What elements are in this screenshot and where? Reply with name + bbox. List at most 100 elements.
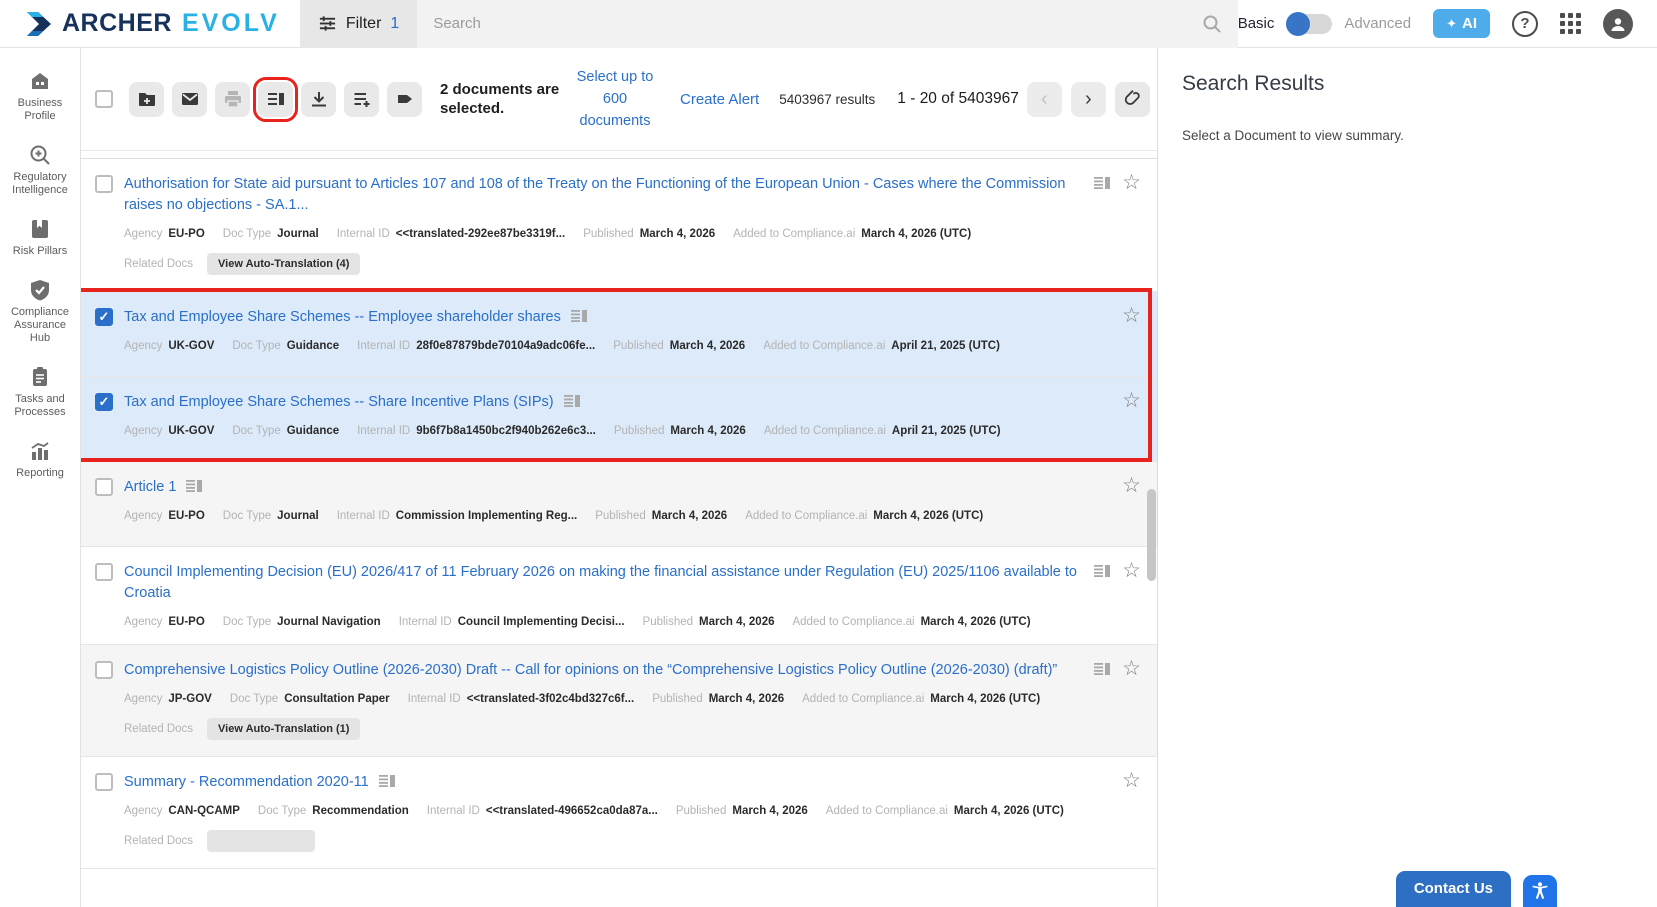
sidebar-item-compliance-assurance-hub[interactable]: Compliance Assurance Hub <box>0 279 80 345</box>
select-up-to-link[interactable]: Select up to 600 documents <box>570 66 660 132</box>
mode-basic-label[interactable]: Basic <box>1238 15 1275 32</box>
results-list-panel: 2 documents are selected. Select up to 6… <box>81 48 1157 907</box>
page-range: 1 - 20 of 5403967 <box>897 90 1019 108</box>
user-icon <box>1609 15 1627 33</box>
document-title-link[interactable]: Authorisation for State aid pursuant to … <box>124 176 1065 213</box>
doc-summary-icon[interactable] <box>379 774 395 788</box>
sidebar-item-regulatory-intelligence[interactable]: Regulatory Intelligence <box>0 144 80 197</box>
ai-button[interactable]: ✦ AI <box>1433 9 1490 38</box>
internal-id-value: <<translated-3f02c4bd327c6f... <box>467 693 634 705</box>
user-avatar[interactable] <box>1603 9 1633 39</box>
favorite-star-icon[interactable]: ☆ <box>1122 658 1141 679</box>
next-page-button[interactable]: › <box>1071 82 1106 117</box>
favorite-star-icon[interactable]: ☆ <box>1122 475 1141 496</box>
link-button[interactable] <box>1115 82 1150 117</box>
row-checkbox[interactable] <box>95 661 113 679</box>
document-title-link[interactable]: Summary - Recommendation 2020-11 <box>124 774 395 790</box>
add-to-folder-button[interactable] <box>129 82 164 117</box>
added-value: March 4, 2026 (UTC) <box>873 510 983 522</box>
doc-summary-icon[interactable] <box>564 394 580 408</box>
sidebar-label: Tasks and Processes <box>3 393 77 419</box>
sidebar-item-risk-pillars[interactable]: Risk Pillars <box>0 218 80 258</box>
auto-translation-badge[interactable] <box>207 830 315 852</box>
accessibility-icon <box>1530 881 1550 901</box>
search-icon[interactable] <box>1202 14 1222 34</box>
doc-summary-icon[interactable] <box>1094 176 1110 190</box>
related-docs-row: Related Docs View Auto-Translation (1) <box>124 718 1087 740</box>
sidebar-item-reporting[interactable]: Reporting <box>0 440 80 480</box>
doc-summary-icon[interactable] <box>571 309 587 323</box>
list-scrollbar[interactable] <box>1145 160 1156 907</box>
mode-advanced-label[interactable]: Advanced <box>1344 15 1411 32</box>
add-to-list-button[interactable] <box>344 82 379 117</box>
header-actions: Basic Advanced ✦ AI ? <box>1238 9 1657 39</box>
favorite-star-icon[interactable]: ☆ <box>1122 305 1141 326</box>
create-alert-link[interactable]: Create Alert <box>680 91 759 108</box>
business-profile-icon <box>29 70 51 92</box>
favorite-star-icon[interactable]: ☆ <box>1122 560 1141 581</box>
row-checkbox[interactable] <box>95 773 113 791</box>
sidebar-item-business-profile[interactable]: Business Profile <box>0 70 80 123</box>
agency-value: UK-GOV <box>168 340 214 352</box>
summary-view-icon <box>267 90 285 108</box>
ai-sparkle-icon: ✦ <box>1446 16 1457 32</box>
select-all-checkbox[interactable] <box>95 90 113 108</box>
app-logo[interactable]: ARCHER EVOLV <box>0 9 300 38</box>
results-toolbar: 2 documents are selected. Select up to 6… <box>81 48 1157 151</box>
favorite-star-icon[interactable]: ☆ <box>1122 390 1141 411</box>
doc-summary-icon[interactable] <box>1094 564 1110 578</box>
document-meta: AgencyUK-GOV Doc TypeGuidance Internal I… <box>124 340 1087 352</box>
filter-label: Filter <box>346 15 382 33</box>
accessibility-button[interactable] <box>1523 875 1557 907</box>
download-button[interactable] <box>301 82 336 117</box>
sidebar-label: Regulatory Intelligence <box>3 171 77 197</box>
toggle-knob <box>1286 12 1310 36</box>
previous-page-button[interactable]: ‹ <box>1027 82 1062 117</box>
added-value: April 21, 2025 (UTC) <box>892 425 1001 437</box>
sidebar-item-tasks-and-processes[interactable]: Tasks and Processes <box>0 366 80 419</box>
tag-button[interactable] <box>387 82 422 117</box>
doc-summary-icon[interactable] <box>1094 662 1110 676</box>
agency-value: EU-PO <box>168 510 204 522</box>
row-checkbox[interactable] <box>95 478 113 496</box>
auto-translation-badge[interactable]: View Auto-Translation (4) <box>207 253 360 275</box>
row-checkbox[interactable] <box>95 175 113 193</box>
search-input[interactable] <box>433 15 1201 32</box>
mode-toggle-switch[interactable] <box>1286 14 1332 34</box>
document-title-link[interactable]: Tax and Employee Share Schemes -- Employ… <box>124 309 587 325</box>
summary-view-button[interactable] <box>258 82 293 117</box>
help-icon: ? <box>1520 15 1529 32</box>
agency-value: EU-PO <box>168 616 204 628</box>
row-checkbox[interactable]: ✓ <box>95 308 113 326</box>
download-icon <box>310 90 328 108</box>
published-value: March 4, 2026 <box>699 616 774 628</box>
document-row: Article 1 ☆ AgencyEU-PO Doc TypeJournal … <box>81 462 1157 547</box>
auto-translation-badge[interactable]: View Auto-Translation (1) <box>207 718 360 740</box>
favorite-star-icon[interactable]: ☆ <box>1122 770 1141 791</box>
row-checkbox[interactable] <box>95 563 113 581</box>
help-button[interactable]: ? <box>1512 11 1538 37</box>
search-bar: Filter 1 <box>300 0 1238 48</box>
filter-button[interactable]: Filter 1 <box>300 0 417 48</box>
published-value: March 4, 2026 <box>670 340 745 352</box>
doc-type-value: Journal <box>277 228 319 240</box>
row-checkbox[interactable]: ✓ <box>95 393 113 411</box>
print-button[interactable] <box>215 82 250 117</box>
scrollbar-thumb[interactable] <box>1147 489 1156 581</box>
document-title-link[interactable]: Tax and Employee Share Schemes -- Share … <box>124 394 580 410</box>
link-icon <box>1123 90 1141 108</box>
document-title-link[interactable]: Comprehensive Logistics Policy Outline (… <box>124 662 1057 678</box>
print-icon <box>224 90 242 108</box>
sidebar-label: Business Profile <box>3 97 77 123</box>
tasks-and-processes-icon <box>29 366 51 388</box>
document-title-link[interactable]: Article 1 <box>124 479 202 495</box>
summary-empty-message: Select a Document to view summary. <box>1182 128 1633 143</box>
document-meta: AgencyEU-PO Doc TypeJournal Internal IDC… <box>124 510 1087 522</box>
email-button[interactable] <box>172 82 207 117</box>
app-launcher-button[interactable] <box>1560 13 1581 34</box>
document-title-link[interactable]: Council Implementing Decision (EU) 2026/… <box>124 564 1077 601</box>
search-field <box>417 0 1237 48</box>
favorite-star-icon[interactable]: ☆ <box>1122 172 1141 193</box>
doc-summary-icon[interactable] <box>186 479 202 493</box>
contact-us-button[interactable]: Contact Us <box>1396 871 1511 907</box>
